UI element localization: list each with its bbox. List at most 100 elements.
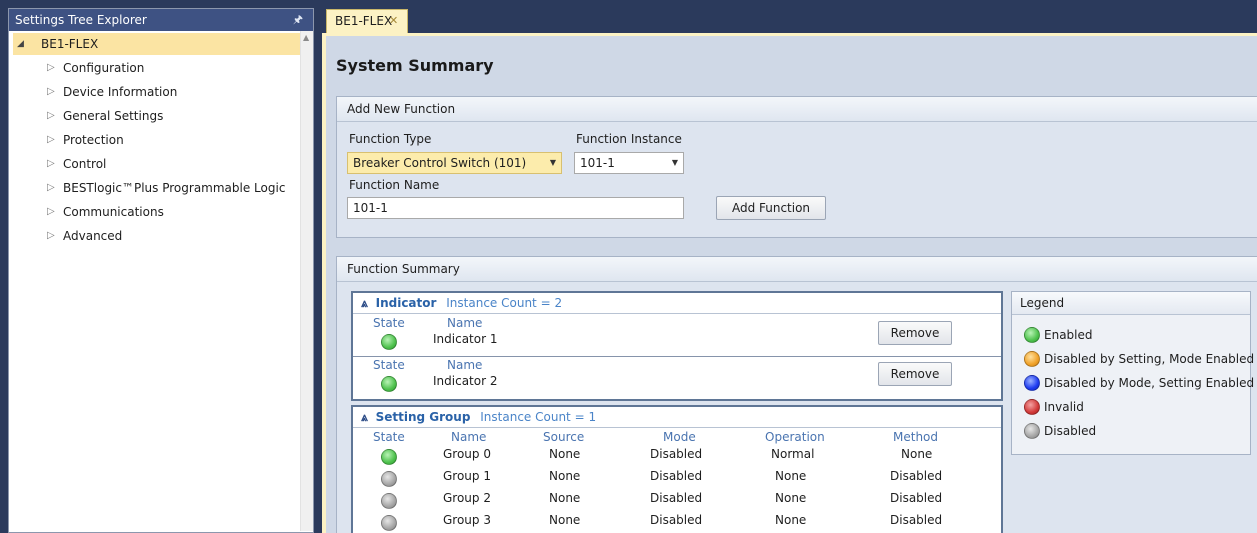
group-mode: Disabled xyxy=(650,491,703,505)
group-source: None xyxy=(549,513,581,527)
group-method: Disabled xyxy=(890,469,943,483)
collapsed-arrow-icon[interactable]: ▷ xyxy=(47,153,55,175)
tree-item-label: BE1-FLEX xyxy=(41,37,99,51)
page-title: System Summary xyxy=(336,56,494,75)
group-mode: Disabled xyxy=(650,513,703,527)
indicator-row: State Name Indicator 1 Remove xyxy=(353,314,1001,354)
tab-label: BE1-FLEX xyxy=(335,14,393,28)
status-led-red-icon xyxy=(1024,399,1040,415)
function-type-dropdown[interactable]: Breaker Control Switch (101) ▼ xyxy=(347,152,562,174)
function-type-label: Function Type xyxy=(349,132,432,146)
source-column-header: Source xyxy=(543,430,585,444)
document-frame: System Summary Add New Function Function… xyxy=(322,33,1257,533)
name-column-header: Name xyxy=(451,430,487,444)
expanded-arrow-icon[interactable]: ◢ xyxy=(17,33,24,55)
group-method: Disabled xyxy=(890,491,943,505)
legend-label: Enabled xyxy=(1044,328,1093,342)
group-name: Group 3 xyxy=(443,513,491,527)
collapse-chevron-icon[interactable]: ⩓ xyxy=(361,296,368,310)
tree-item-be1-flex[interactable]: ◢ BE1-FLEX xyxy=(13,33,301,55)
legend-panel: Legend Enabled Disabled by Setting, Mode… xyxy=(1011,291,1255,455)
status-led-green-icon xyxy=(381,449,397,465)
legend-label: Disabled xyxy=(1044,424,1097,438)
mode-column-header: Mode xyxy=(663,430,696,444)
group-source: None xyxy=(549,491,581,505)
add-function-button[interactable]: Add Function xyxy=(716,196,826,220)
state-column-header: State xyxy=(373,316,405,330)
tree-item-label: BESTlogic™Plus Programmable Logic xyxy=(63,181,286,195)
indicator-title: Indicator xyxy=(375,296,437,310)
group-operation: Normal xyxy=(771,447,815,461)
legend-label: Disabled by Mode, Setting Enabled xyxy=(1044,376,1255,390)
indicator-header[interactable]: ⩓ Indicator Instance Count = 2 xyxy=(353,293,1001,314)
operation-column-header: Operation xyxy=(765,430,825,444)
collapsed-arrow-icon[interactable]: ▷ xyxy=(47,201,55,223)
status-led-gray-icon xyxy=(381,493,397,509)
dropdown-value: Breaker Control Switch (101) xyxy=(353,156,527,170)
tab-be1-flex[interactable]: BE1-FLEX ✕ xyxy=(326,9,408,33)
tree-item-label: Device Information xyxy=(63,85,178,99)
indicator-name: Indicator 2 xyxy=(433,374,498,388)
function-name-label: Function Name xyxy=(349,178,440,192)
add-new-function-group: Add New Function Function Type Function … xyxy=(336,96,1257,238)
collapsed-arrow-icon[interactable]: ▷ xyxy=(47,57,55,79)
pin-icon[interactable]: 🖈 xyxy=(293,9,303,31)
chevron-down-icon[interactable]: ▼ xyxy=(672,153,678,173)
state-column-header: State xyxy=(373,358,405,372)
group-mode: Disabled xyxy=(650,447,703,461)
function-instance-label: Function Instance xyxy=(576,132,682,146)
collapse-chevron-icon[interactable]: ⩓ xyxy=(361,410,368,424)
scroll-up-arrow-icon[interactable]: ▲ xyxy=(303,33,309,42)
function-summary-group: Function Summary ⩓ Indicator Instance Co… xyxy=(336,256,1257,533)
status-led-green-icon xyxy=(1024,327,1040,343)
group-header: Add New Function xyxy=(337,97,1257,122)
tree-item-label: Protection xyxy=(63,133,124,147)
group-mode: Disabled xyxy=(650,469,703,483)
state-column-header: State xyxy=(373,430,405,444)
indicator-name: Indicator 1 xyxy=(433,332,498,346)
tree-item-label: Advanced xyxy=(63,229,123,243)
status-led-gray-icon xyxy=(1024,423,1040,439)
tree-item-label: Configuration xyxy=(63,61,145,75)
tree-item-label: General Settings xyxy=(63,109,164,123)
tree-item-label: Control xyxy=(63,157,107,171)
setting-group-header[interactable]: ⩓ Setting Group Instance Count = 1 xyxy=(353,407,1001,428)
tree-scrollbar[interactable]: ▲ xyxy=(300,31,313,531)
close-tab-icon[interactable]: ✕ xyxy=(389,10,398,32)
settings-tree: ◢ BE1-FLEX ▷ Configuration ▷ Device Info… xyxy=(9,31,313,531)
collapsed-arrow-icon[interactable]: ▷ xyxy=(47,129,55,151)
remove-indicator-2-button[interactable]: Remove xyxy=(878,362,952,386)
group-operation: None xyxy=(775,513,807,527)
name-column-header: Name xyxy=(447,358,483,372)
collapsed-arrow-icon[interactable]: ▷ xyxy=(47,105,55,127)
panel-title: Settings Tree Explorer xyxy=(15,13,147,27)
group-operation: None xyxy=(775,469,807,483)
legend-label: Disabled by Setting, Mode Enabled xyxy=(1044,352,1255,366)
group-method: None xyxy=(901,447,933,461)
function-name-input[interactable]: 101-1 xyxy=(347,197,684,219)
legend-label: Invalid xyxy=(1044,400,1084,414)
legend-title: Legend xyxy=(1012,292,1250,315)
instance-count: Instance Count = 2 xyxy=(446,296,563,310)
tree-item-label: Communications xyxy=(63,205,164,219)
settings-tree-explorer-panel: Settings Tree Explorer 🖈 ◢ BE1-FLEX ▷ Co… xyxy=(8,8,314,533)
status-led-green-icon xyxy=(381,334,397,350)
group-name: Group 2 xyxy=(443,491,491,505)
name-column-header: Name xyxy=(447,316,483,330)
chevron-down-icon[interactable]: ▼ xyxy=(550,153,556,173)
status-led-orange-icon xyxy=(1024,351,1040,367)
status-led-gray-icon xyxy=(381,471,397,487)
group-operation: None xyxy=(775,491,807,505)
remove-indicator-1-button[interactable]: Remove xyxy=(878,321,952,345)
group-source: None xyxy=(549,447,581,461)
collapsed-arrow-icon[interactable]: ▷ xyxy=(47,225,55,247)
collapsed-arrow-icon[interactable]: ▷ xyxy=(47,177,55,199)
status-led-gray-icon xyxy=(381,515,397,531)
group-name: Group 0 xyxy=(443,447,491,461)
collapsed-arrow-icon[interactable]: ▷ xyxy=(47,81,55,103)
function-instance-dropdown[interactable]: 101-1 ▼ xyxy=(574,152,684,174)
row-divider xyxy=(353,356,1001,357)
group-source: None xyxy=(549,469,581,483)
group-method: Disabled xyxy=(890,513,943,527)
document-tabstrip: BE1-FLEX ✕ xyxy=(322,8,1257,33)
